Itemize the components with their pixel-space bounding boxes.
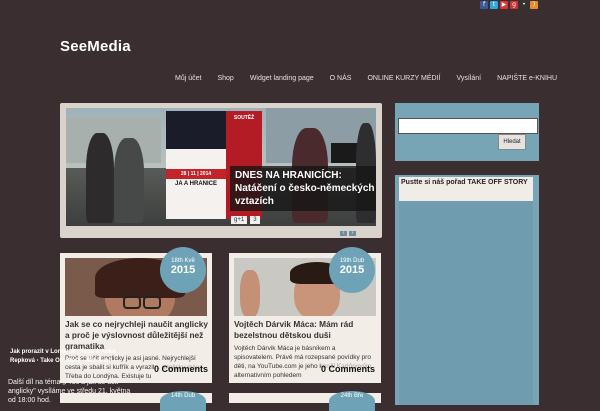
- slider-next-icon[interactable]: ›: [349, 231, 356, 236]
- widget-player-area[interactable]: [399, 177, 533, 405]
- nav-item-3[interactable]: Widget landing page: [250, 75, 314, 82]
- contest-label: SOUTĚŽ: [233, 115, 255, 121]
- slide-image[interactable]: 28 | 11 | 2014 JA A HRANICE SOUTĚŽ DNES …: [66, 108, 376, 226]
- slider-prev-icon[interactable]: ‹: [340, 231, 347, 236]
- poster-title: JA A HRANICE: [174, 181, 217, 187]
- search-button[interactable]: Hledat: [498, 134, 526, 150]
- social-icons: f t ▶ g •): [480, 1, 538, 9]
- top-bar: f t ▶ g •): [0, 0, 600, 14]
- flickr-icon[interactable]: •: [520, 1, 528, 9]
- widget-title: Pustte si náš pořad TAKE OFF STORY: [399, 177, 533, 201]
- post-date-badge-2: 19th Dub 2015: [329, 247, 375, 293]
- featured-slider: 28 | 11 | 2014 JA A HRANICE SOUTĚŽ DNES …: [60, 103, 382, 238]
- gplus-button[interactable]: g+1: [231, 216, 248, 224]
- post-date-daymonth: 14th Dub: [170, 393, 196, 399]
- poster-date: 28 | 11 | 2014: [166, 169, 226, 179]
- post-date-year: 2015: [170, 264, 196, 276]
- nav-item-6[interactable]: Vysílání: [456, 75, 481, 82]
- event-poster: 28 | 11 | 2014 JA A HRANICE: [166, 111, 226, 219]
- building: [66, 118, 161, 163]
- nav-item-4[interactable]: O NÁS: [330, 75, 352, 82]
- take-off-story-widget: Pustte si náš pořad TAKE OFF STORY: [395, 175, 539, 405]
- post-date-badge-4: 24th Bře: [329, 391, 375, 411]
- post-card-2: 19th Dub 2015 Vojtěch Dárvik Máca: Mám r…: [229, 247, 381, 383]
- post-date-badge-1: 18th Kvě 2015: [160, 247, 206, 293]
- post-comments-2[interactable]: 0 Comments: [321, 364, 376, 374]
- post-date-year: 2015: [339, 264, 365, 276]
- nav-item-2[interactable]: Shop: [217, 75, 233, 82]
- post-title-2[interactable]: Vojtěch Dárvik Máca: Mám rád bezelstnou …: [234, 319, 380, 341]
- post-card-4: 24th Bře: [229, 391, 381, 411]
- facebook-icon[interactable]: f: [480, 1, 488, 9]
- glasses-left: [123, 296, 141, 309]
- camera: [331, 143, 359, 163]
- person-left: [86, 133, 114, 223]
- twitter-icon[interactable]: t: [490, 1, 498, 9]
- share-buttons: g+1 3: [231, 216, 260, 224]
- nav-item-5[interactable]: ONLINE KURZY MÉDIÍ: [367, 75, 440, 82]
- rss-icon[interactable]: ): [530, 1, 538, 9]
- nav-item-1[interactable]: Můj účet: [175, 75, 201, 82]
- post-date-badge-3: 14th Dub: [160, 391, 206, 411]
- google-icon[interactable]: g: [510, 1, 518, 9]
- search-widget: Hledat: [395, 103, 539, 161]
- post-excerpt-2: Vojtěch Dárvik Máca je básníkem a spisov…: [234, 345, 372, 379]
- slider-dots: ‹ ›: [340, 231, 356, 236]
- post-date-daymonth: 24th Bře: [340, 393, 364, 399]
- poster-header: [166, 111, 226, 149]
- post-comments-1[interactable]: 0 Comments: [154, 364, 209, 374]
- glasses-right: [143, 296, 161, 309]
- slide-caption[interactable]: DNES NA HRANICÍCH: Natáčení o česko-něme…: [230, 166, 376, 211]
- site-logo[interactable]: SeeMedia: [60, 38, 131, 55]
- search-input[interactable]: [398, 118, 538, 134]
- nav-item-7[interactable]: NAPIŠTE e-KNIHU: [497, 75, 557, 82]
- share-count: 3: [250, 216, 260, 224]
- main-navigation: Můj účet Shop Widget landing page O NÁS ONLI…: [175, 75, 573, 82]
- widget-description: Další díl na téma „Proč a jak se učit an…: [8, 379, 131, 404]
- mixcloud-link[interactable]: Jak prorazit v Londýně | Yasu a Anka Rep…: [10, 348, 130, 366]
- portrait-hand: [240, 270, 260, 316]
- person-left2: [114, 138, 144, 223]
- youtube-icon[interactable]: ▶: [500, 1, 508, 9]
